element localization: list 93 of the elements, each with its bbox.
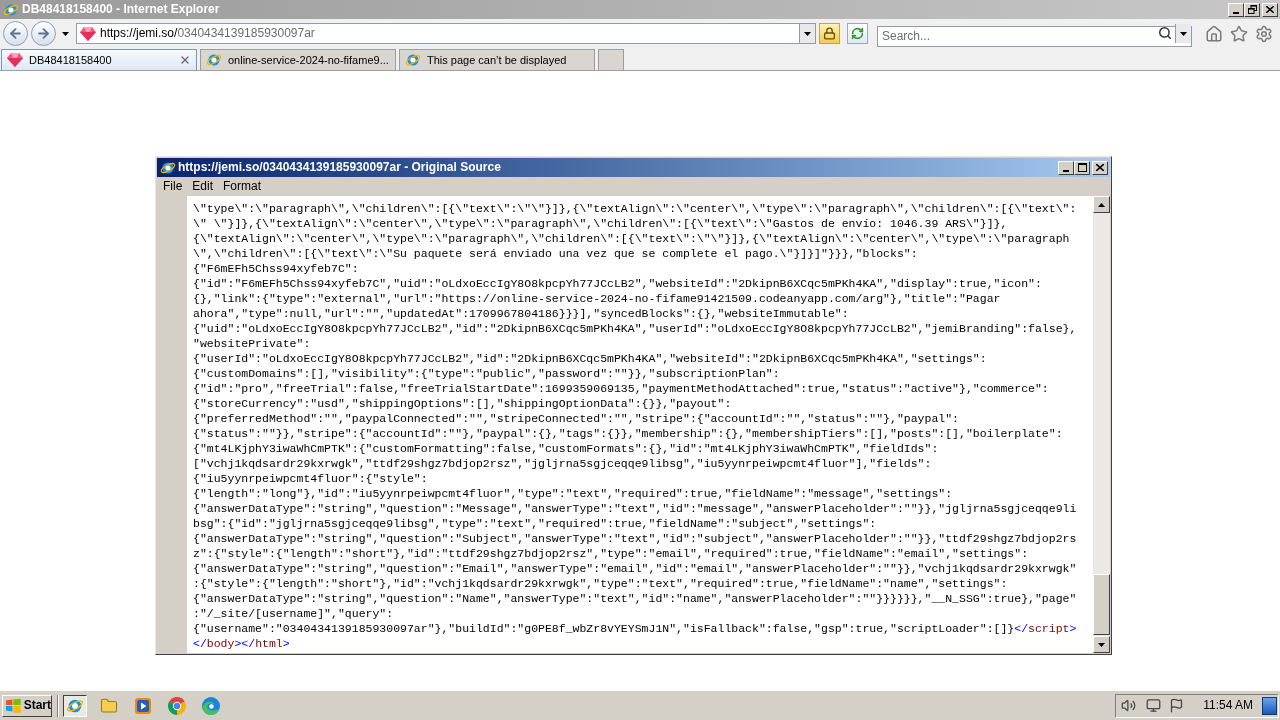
- home-icon[interactable]: [1205, 24, 1223, 43]
- close-button[interactable]: [1092, 160, 1108, 175]
- source-code-line: \" \"}]},{\"textAlign\":\"center\",\"type\":\"paragraph\",\"children\":[{\"text\":\"Gastos de envío: 1046.39 ARS\"}]},: [193, 216, 1008, 231]
- source-code-line: {"length":"long"},"id":"iu5yynrpeiwpcmt4fluor","type":"text","required":true,"fieldName":"message","settings":: [193, 486, 953, 501]
- menu-item[interactable]: Format: [220, 179, 265, 194]
- source-code-line: \",\"children\":[{\"text\":\"Su paquete será enviado una vez que se complete el pago.\"}]}]"}}},"blocks":: [193, 246, 918, 261]
- source-code-line: </body></html>: [193, 636, 290, 651]
- browser-tab[interactable]: DB48418158400: [1, 49, 197, 70]
- source-code-line: {"status":""}},"stripe":{"accountId":""},"paypal":{},"tags":{}},"membership":{},"membershipTiers":[],"posts":[],"boilerplate":: [193, 426, 1063, 441]
- security-lock-button[interactable]: [819, 23, 840, 44]
- start-flag-icon: [6, 697, 21, 714]
- source-code-line: {"id":"F6mEFh5Chss94xyfeb7C","uid":"oLdxoEccIgY8O8kpcpYh77JCcLB2","websiteId":"2DkipnB6XCqc5mPKh4KA","display":true,"icon":: [193, 276, 1042, 291]
- address-dropdown-button[interactable]: [799, 24, 815, 43]
- caret-down-icon: [804, 31, 811, 36]
- minimize-button[interactable]: [1228, 2, 1244, 17]
- vertical-scrollbar[interactable]: [1093, 196, 1110, 653]
- menu-item[interactable]: File: [160, 179, 186, 194]
- caret-down-icon: [62, 31, 69, 36]
- minimize-button[interactable]: [1058, 160, 1074, 175]
- window-title: https://jemi.so/0340434139185930097ar - Original Source: [178, 160, 501, 175]
- close-button[interactable]: [1262, 2, 1278, 17]
- browser-tab[interactable]: This page can’t be displayed: [399, 49, 595, 70]
- caret-down-icon: [1098, 642, 1105, 647]
- minimize-icon: [1233, 11, 1239, 14]
- browser-logo-icon: [160, 159, 176, 176]
- caret-up-icon: [1098, 202, 1105, 207]
- start-button[interactable]: Start: [2, 694, 52, 717]
- restore-icon: [1247, 5, 1257, 14]
- monitor-icon[interactable]: [1146, 698, 1162, 713]
- refresh-button[interactable]: [847, 23, 868, 44]
- source-code-line: z":{"style":{"length":"short"},"id":"ttdf29shgz7bdjop2rsz","type":"email","required":true,"fieldName":"email","settings":: [193, 546, 1029, 561]
- tricolor-circle-icon: [168, 696, 186, 715]
- browser-logo-icon: [3, 1, 19, 18]
- search-icon[interactable]: [1158, 26, 1172, 40]
- source-code-line: {"answerDataType":"string","question":"Subject","answerType":"text","id":"subject","answerPlaceholder":""}},"ttdf29shgz7bdjop2rs: [193, 531, 1077, 546]
- speaker-icon[interactable]: [1121, 698, 1137, 713]
- refresh-icon: [851, 27, 864, 40]
- gem-icon: [80, 26, 96, 41]
- close-tab-icon[interactable]: [179, 54, 191, 66]
- source-code-line: {"customDomains":[],"visibility":{"type":"public","password":""}},"subscriptionPlan":: [193, 366, 780, 381]
- taskbar-app-button[interactable]: [63, 694, 87, 717]
- source-code-line: ahora","type":null,"url":"","updatedAt":1709967804186}}}],"syncedBlocks":{},"websiteImmutable":: [193, 306, 849, 321]
- source-code-line: :"/_site/[username]","query":: [193, 606, 394, 621]
- source-code-line: {"mt4LKjphY3iwaWhCmPTK":{"customFormatting":false,"customFormats":{},"id":"mt4LKjphY3iwaWhCmPTK","fieldIds":: [193, 441, 939, 456]
- source-code-line: {"answerDataType":"string","question":"Email","answerType":"email","id":"email","answerPlaceholder":""}},"vchj1kqdsardr29kxrwgk": [193, 561, 1077, 576]
- scroll-thumb[interactable]: [1093, 574, 1110, 635]
- source-code-line: {"preferredMethod":"","paypalConnected":"","stripeConnected":"","stripe":{"accountId":"","status":""},"paypal":: [193, 411, 960, 426]
- back-button[interactable]: [3, 21, 28, 46]
- source-code-line: {"uid":"oLdxoEccIgY8O8kpcpYh77JCcLB2","id":"2DkipnB6XCqc5mPKh4KA","userId":"oLdxoEccIgY8O8kpcpYh77JCcLB2","jemiBranding":false},: [193, 321, 1077, 336]
- browser-logo-icon: [206, 52, 222, 68]
- address-text: https://jemi.so/0340434139185930097ar: [100, 26, 315, 41]
- scroll-down-button[interactable]: [1093, 636, 1110, 653]
- source-code-line: :{"style":{"length":"short"},"id":"vchj1kqdsardr29kxrwgk","type":"text","required":true,"fieldName":"name","settings":: [193, 576, 1008, 591]
- search-dropdown-button[interactable]: [1175, 24, 1191, 43]
- source-code-line: {"username":"0340434139185930097ar"},"buildId":"g0PE8f_wbZr8vYEYSmJ1N","isFallback":false,"gsp":true,"scriptLoader":[]}</script>: [193, 621, 1077, 636]
- browser-tab[interactable]: online-service-2024-no-fifame9...: [200, 49, 396, 70]
- source-code-line: \"type\":\"paragraph\",\"children\":[{\"text\":\"\"}]},{\"textAlign\":\"center\",\"type\":\"paragraph\",\"children\":[{\"text\":: [193, 201, 1077, 216]
- scroll-up-button[interactable]: [1093, 196, 1110, 213]
- play-tile-icon: [135, 697, 151, 714]
- swirl-circle-icon: [202, 696, 220, 715]
- minimize-icon: [1063, 169, 1069, 172]
- source-code-line: bsg":{"id":"jgljrna5sgjceqqe9libsg","type":"text","required":true,"fieldName":"subject","settings":: [193, 516, 877, 531]
- close-icon: [1266, 6, 1274, 13]
- caret-down-icon: [1180, 31, 1187, 36]
- source-code-line: {"answerDataType":"string","question":"Name","answerType":"text","id":"name","answerPlaceholder":""}}}}}},"__N_SSG":true},"page": [193, 591, 1077, 606]
- source-code-line: {"userId":"oLdxoEccIgY8O8kpcpYh77JCcLB2","id":"2DkipnB6XCqc5mPKh4KA","websiteId":"2DkipnB6XCqc5mPKh4KA","settings":: [193, 351, 987, 366]
- address-field[interactable]: https://jemi.so/0340434139185930097ar: [76, 23, 816, 44]
- star-icon[interactable]: [1230, 24, 1248, 43]
- source-code-line: {"id":"pro","freeTrial":false,"freeTrialStartDate":1699359069135,"paymentMethodAttached":true,"status":"active"},"commerce":: [193, 381, 1049, 396]
- source-code-line: ["vchj1kqdsardr29kxrwgk","ttdf29shgz7bdjop2rsz","jgljrna5sgjceqqe9libsg","iu5yynrpeiwpcmt4fluor"],"fields":: [193, 456, 932, 471]
- close-icon: [1096, 164, 1104, 171]
- restore-button[interactable]: [1244, 2, 1260, 17]
- clock-text: 11:54 AM: [1203, 698, 1253, 713]
- settings-icon[interactable]: [1255, 24, 1273, 43]
- source-code-line: {\"textAlign\":\"center\",\"type\":\"paragraph\",\"children\":[{\"text\":\"\"}]},{\"textAlign\":\"center\",\"type\":\"paragraph: [193, 231, 1070, 246]
- lock-icon: [823, 27, 836, 40]
- source-code-line: {},"link":{"type":"external","url":"https://online-service-2024-no-fifame91421509.codeanyapp.com/arg"},"title":"Pagar: [193, 291, 1001, 306]
- source-code-line: {"answerDataType":"string","question":"Message","answerType":"text","id":"message","answerPlaceholder":""}},"jgljrna5sgjceqqe9li: [193, 501, 1077, 516]
- source-code-line: "websitePrivate":: [193, 336, 311, 351]
- flag-icon[interactable]: [1169, 698, 1185, 713]
- folder-icon: [100, 696, 118, 715]
- gem-icon: [7, 53, 23, 67]
- browser-title: DB48418158400 - Internet Explorer: [22, 2, 220, 17]
- maximize-button[interactable]: [1074, 160, 1090, 175]
- menu-item[interactable]: Edit: [189, 179, 217, 194]
- source-code-line: {"F6mEFh5Chss94xyfeb7C":: [193, 261, 359, 276]
- forward-button[interactable]: [31, 21, 56, 46]
- show-desktop-button[interactable]: [1262, 696, 1277, 715]
- source-code-line: {"storeCurrency":"usd","shippingOptions":[],"shippingOptionData":{}},"payout":: [193, 396, 732, 411]
- source-code-line: {"iu5yynrpeiwpcmt4fluor":{"style":: [193, 471, 428, 486]
- search-field[interactable]: Search...: [877, 25, 1192, 47]
- browser-logo-icon: [405, 52, 421, 68]
- maximize-icon: [1077, 163, 1087, 172]
